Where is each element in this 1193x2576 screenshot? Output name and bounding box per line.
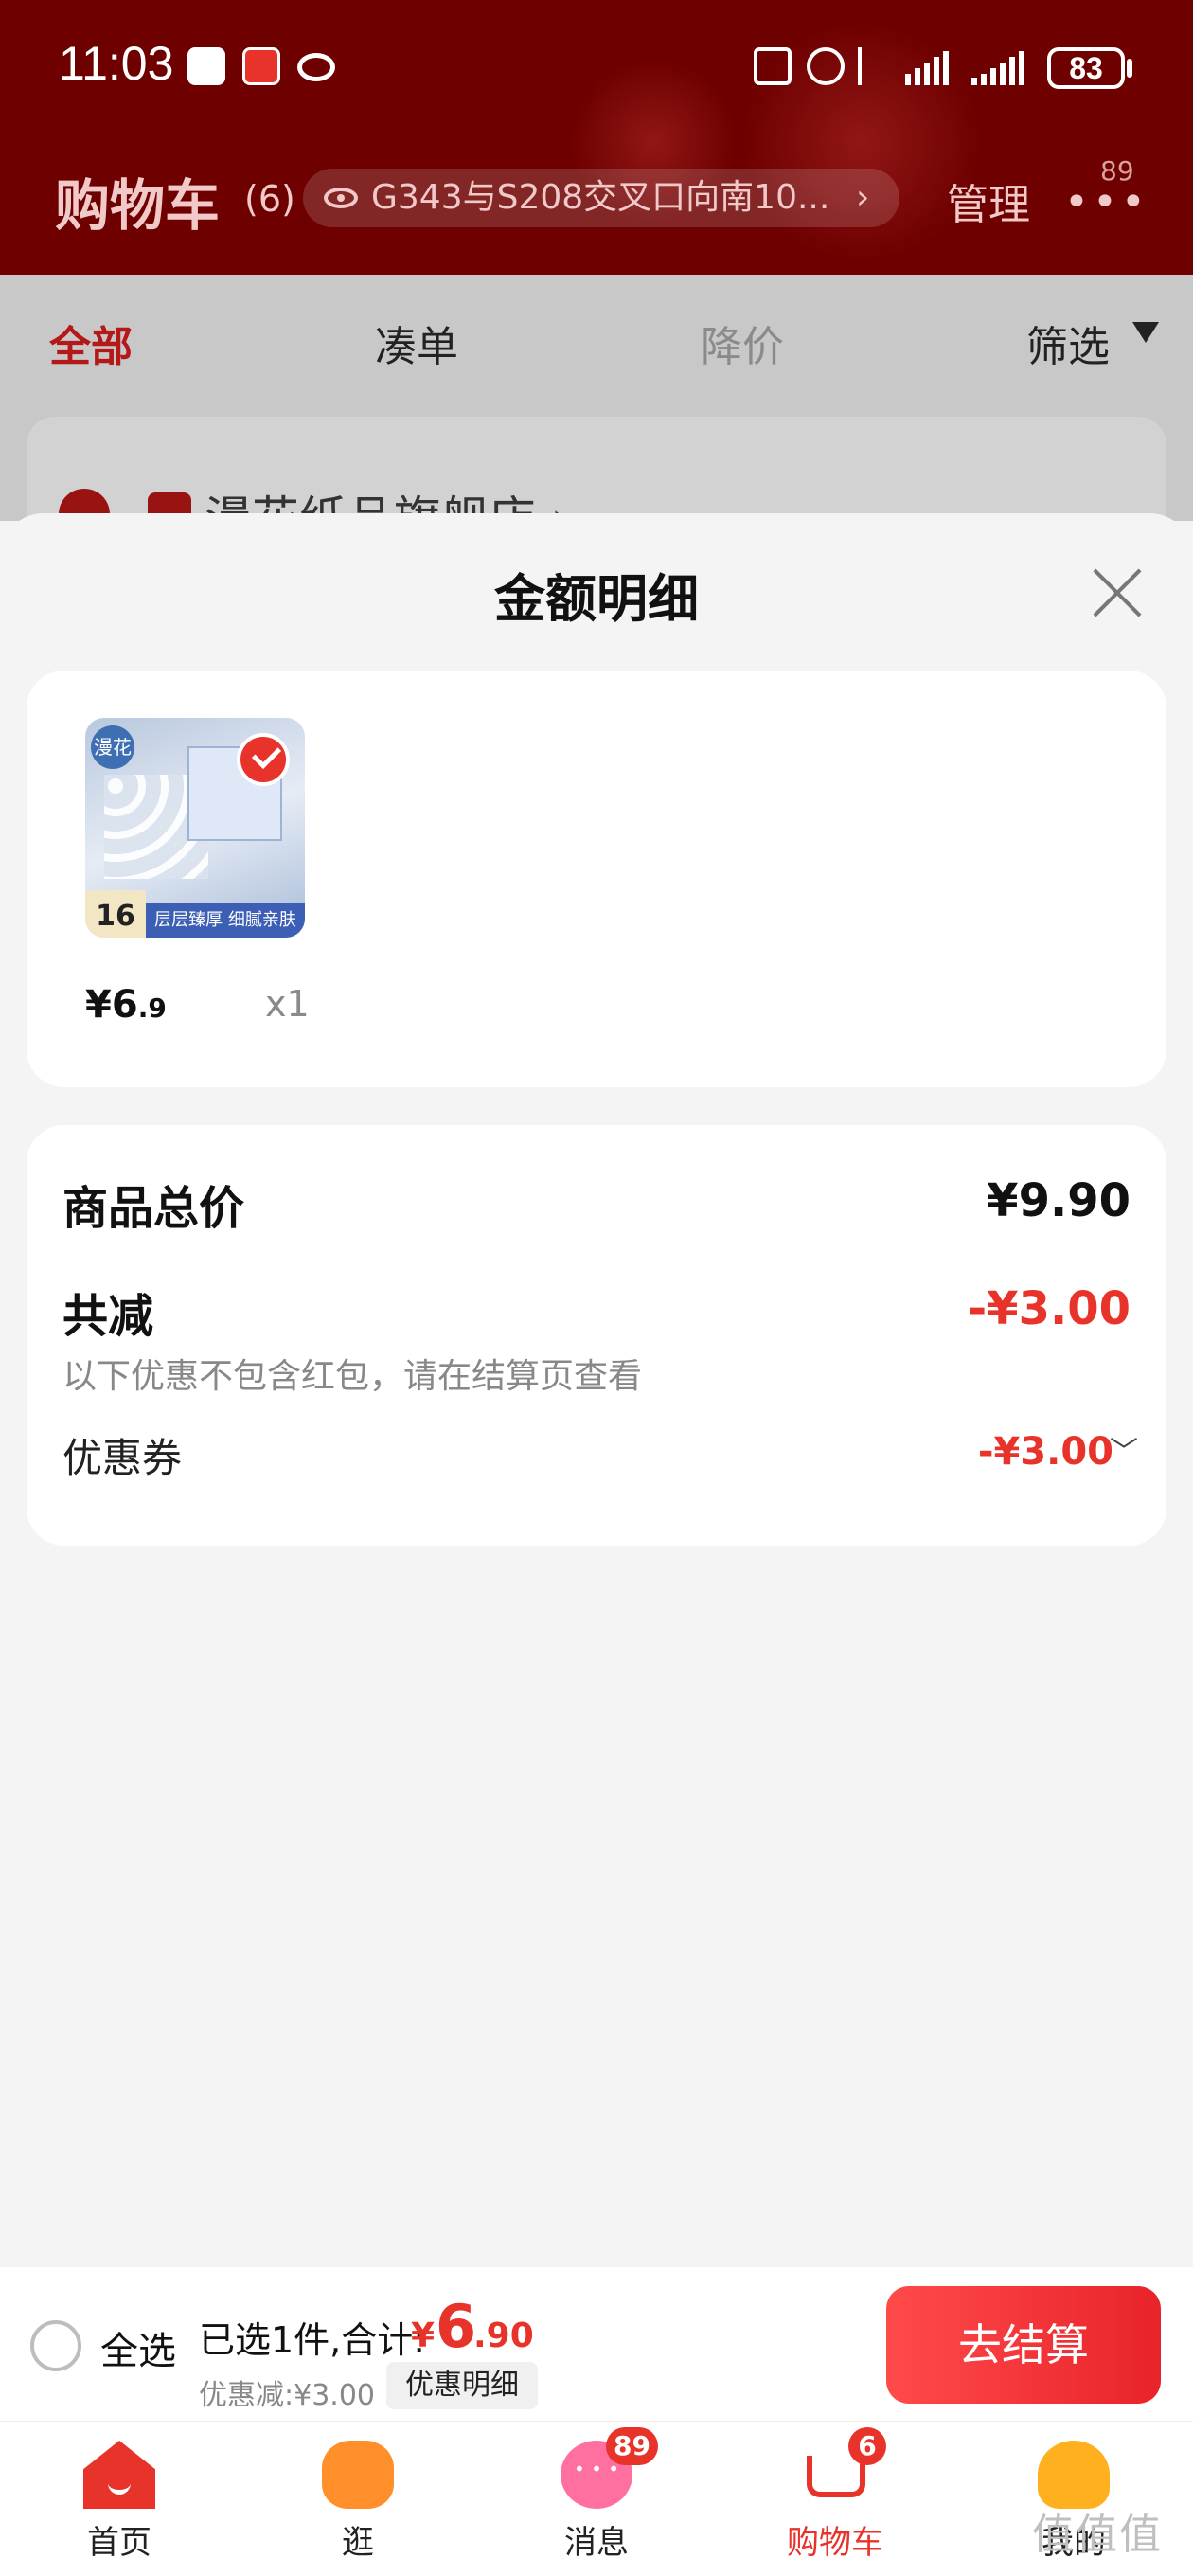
price-integer: 6 [111, 983, 138, 1027]
sheet-title: 金额明细 [494, 569, 699, 629]
bluetooth-icon [858, 47, 877, 85]
coupon-label: 优惠券 [62, 1435, 183, 1481]
total-integer: 6 [436, 2292, 477, 2361]
tab-home[interactable]: 首页 [0, 2422, 239, 2576]
watermark: 值值值 [1032, 2511, 1163, 2559]
total-currency: ¥ [411, 2317, 436, 2355]
tab-filter[interactable]: 筛选 [1026, 313, 1110, 373]
checkout-button[interactable]: 去结算 [886, 2286, 1161, 2404]
close-icon[interactable] [1089, 564, 1146, 621]
location-icon [324, 188, 358, 208]
total-price-label: 商品总价 [62, 1182, 245, 1235]
app-notification-icon [242, 47, 280, 85]
messages-badge: 89 [606, 2427, 658, 2465]
brand-logo: 漫花 [91, 725, 134, 769]
alarm-icon [807, 47, 845, 85]
tab-discount[interactable]: 降价 [701, 313, 784, 373]
nfc-icon [754, 47, 792, 85]
eye-icon [297, 53, 335, 81]
product-image[interactable]: 漫花 16 层层臻厚 细腻亲肤 [85, 718, 305, 938]
battery-indicator: 83 [1047, 47, 1125, 89]
product-price: ¥6.9 [85, 983, 167, 1027]
browse-icon [322, 2441, 394, 2509]
price-detail-sheet: 金额明细 漫花 16 层层臻厚 细腻亲肤 ¥6.9 x1 商品总价 ¥9.90 … [0, 513, 1193, 2265]
total-price-value: ¥9.90 [987, 1174, 1131, 1227]
discount-amount: 优惠减:¥3.00 [199, 2379, 375, 2412]
signal-icon [905, 49, 949, 85]
tab-browse-label: 逛 [342, 2524, 374, 2562]
home-icon [83, 2441, 155, 2509]
roll-count-badge: 16 [85, 890, 146, 938]
calendar-icon [187, 47, 225, 85]
reduction-value: -¥3.00 [968, 1282, 1131, 1335]
product-slogan: 层层臻厚 细腻亲肤 [146, 903, 305, 938]
battery-tip [1127, 59, 1132, 78]
selected-summary: 已选1件,合计: [199, 2319, 426, 2361]
chevron-right-icon: › [856, 178, 870, 217]
filter-icon [1132, 322, 1159, 343]
cart-badge: 6 [848, 2427, 886, 2465]
tab-browse[interactable]: 逛 [239, 2422, 477, 2576]
product-quantity: x1 [265, 983, 310, 1025]
cart-item-count: (6) [244, 178, 295, 220]
amount-detail-card: 商品总价 ¥9.90 共减 -¥3.00 以下优惠不包含红包，请在结算页查看 优… [27, 1125, 1166, 1546]
tab-messages-label: 消息 [564, 2524, 629, 2562]
total-decimal: .90 [473, 2317, 534, 2355]
tab-cart[interactable]: 6 购物车 [716, 2422, 954, 2576]
tab-all[interactable]: 全部 [49, 313, 133, 373]
discount-detail-button[interactable]: 优惠明细 [386, 2362, 538, 2409]
checkout-bar: 全选 已选1件,合计: ¥ 6 .90 优惠减:¥3.00 优惠明细 去结算 [0, 2267, 1193, 2421]
price-decimal: .9 [137, 993, 167, 1024]
tab-cart-label: 购物车 [787, 2524, 883, 2562]
profile-icon [1038, 2441, 1110, 2509]
select-all-label[interactable]: 全选 [100, 2320, 176, 2375]
bottom-tab-bar: 首页 逛 89 消息 6 购物车 我的 [0, 2421, 1193, 2576]
status-bar: 11:03 83 [0, 0, 1193, 133]
cart-nav-row: 购物车 (6) G343与S208交叉口向南10... › 管理 ••• 89 [0, 152, 1193, 246]
price-symbol: ¥ [85, 983, 112, 1027]
header: 11:03 83 购物车 (6) G343与S208交叉口向南10... › 管… [0, 0, 1193, 275]
product-card: 漫花 16 层层臻厚 细腻亲肤 ¥6.9 x1 [27, 671, 1166, 1087]
selected-check-icon[interactable] [237, 733, 290, 786]
select-all-checkbox[interactable] [30, 2320, 81, 2371]
coupon-value[interactable]: -¥3.00 [978, 1430, 1113, 1474]
manage-button[interactable]: 管理 [947, 170, 1030, 231]
address-selector[interactable]: G343与S208交叉口向南10... [303, 169, 899, 227]
status-time: 11:03 [59, 37, 174, 90]
more-badge: 89 [1100, 155, 1134, 187]
tab-home-label: 首页 [87, 2524, 151, 2562]
page-title: 购物车 [55, 173, 221, 238]
signal-icon [971, 49, 1024, 85]
discount-note: 以下优惠不包含红包，请在结算页查看 [62, 1357, 643, 1396]
reduction-label: 共减 [62, 1290, 154, 1343]
chevron-down-icon[interactable]: ﹀ [1110, 1428, 1138, 1470]
tab-messages[interactable]: 89 消息 [477, 2422, 716, 2576]
tab-bundle[interactable]: 凑单 [375, 313, 458, 373]
